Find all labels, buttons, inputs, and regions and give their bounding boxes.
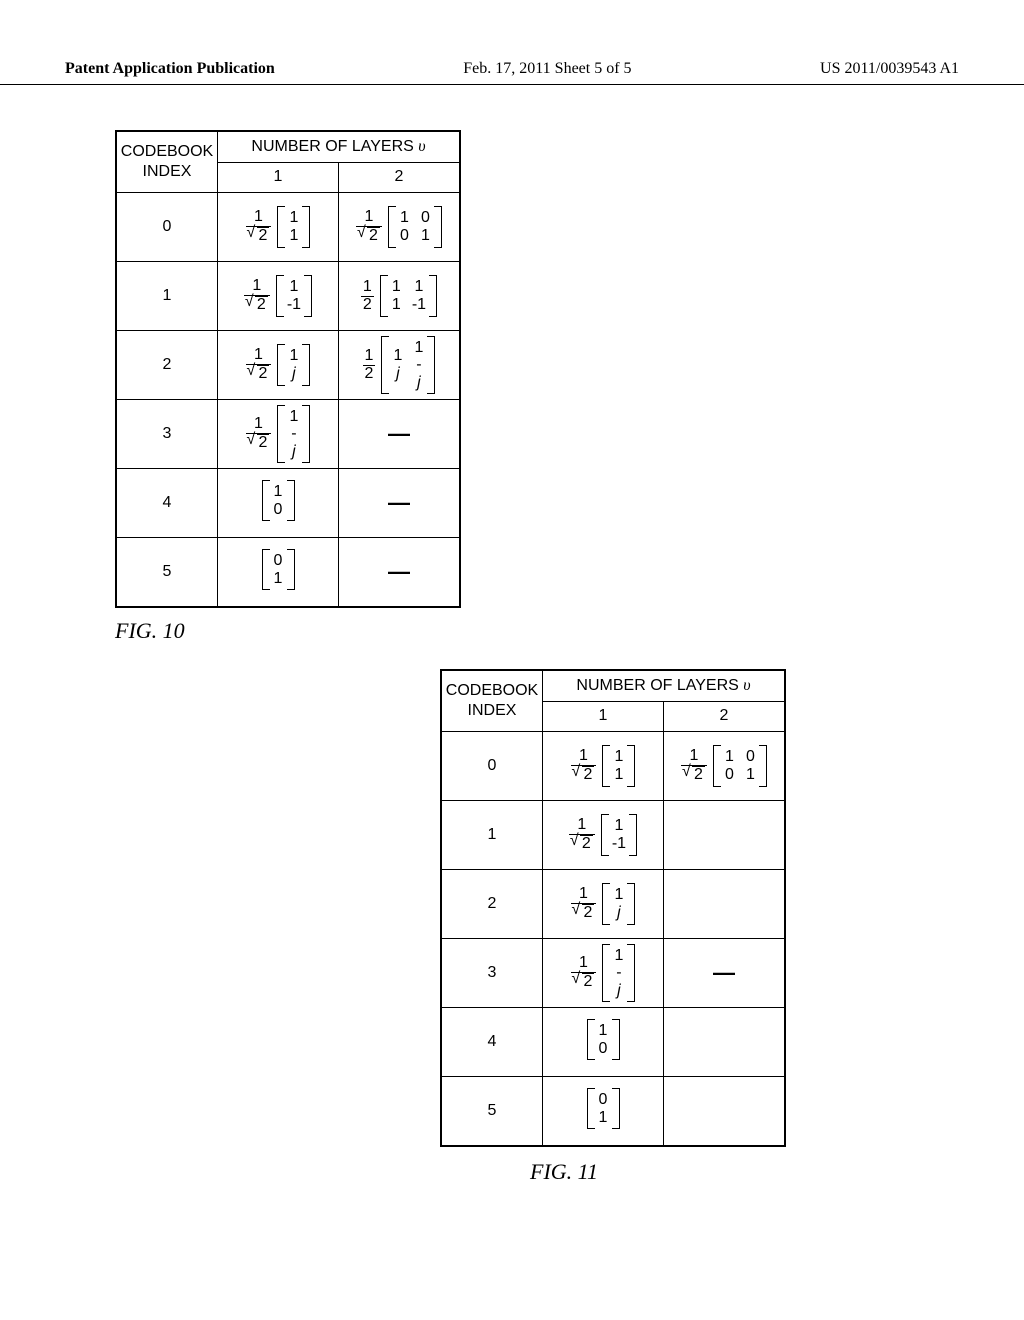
codebook-index-cell: 2: [441, 870, 543, 939]
fig11-table: CODEBOOKINDEXNUMBER OF LAYERS υ120121112…: [440, 669, 786, 1147]
table-row: 410—: [116, 469, 460, 538]
layer1-cell: 10: [543, 1008, 664, 1077]
layer1-cell: 121-j: [218, 400, 339, 469]
fig10-table: CODEBOOKINDEXNUMBER OF LAYERS υ120121112…: [115, 130, 461, 608]
layer2-cell: —: [339, 538, 461, 608]
table-row: 2121j: [441, 870, 785, 939]
layer2-cell: [664, 1008, 786, 1077]
codebook-index-cell: 2: [116, 331, 218, 400]
codebook-index-cell: 1: [441, 801, 543, 870]
table-row: 1121-1: [441, 801, 785, 870]
layer1-cell: 01: [218, 538, 339, 608]
table-row: 3121-j—: [116, 400, 460, 469]
header-left: Patent Application Publication: [65, 60, 275, 78]
table-row: 01211121001: [441, 732, 785, 801]
header-num-layers: NUMBER OF LAYERS υ: [543, 670, 786, 701]
codebook-index-cell: 5: [441, 1077, 543, 1147]
layer1-cell: 121-j: [543, 939, 664, 1008]
layer2-cell: 121001: [339, 193, 461, 262]
layer2-cell: 121j1-j: [339, 331, 461, 400]
header-right: US 2011/0039543 A1: [820, 60, 959, 78]
layer2-cell: —: [339, 400, 461, 469]
codebook-index-cell: 4: [441, 1008, 543, 1077]
figure-10: CODEBOOKINDEXNUMBER OF LAYERS υ120121112…: [0, 130, 1024, 608]
header-layer-2: 2: [664, 701, 786, 732]
layer1-cell: 121-1: [218, 262, 339, 331]
layer2-cell: 121001: [664, 732, 786, 801]
layer1-cell: 1211: [218, 193, 339, 262]
codebook-index-cell: 3: [441, 939, 543, 1008]
table-row: 410: [441, 1008, 785, 1077]
layer2-cell: —: [339, 469, 461, 538]
table-row: 01211121001: [116, 193, 460, 262]
layer2-cell: 12111-1: [339, 262, 461, 331]
header-layer-1: 1: [218, 162, 339, 193]
codebook-index-cell: 5: [116, 538, 218, 608]
layer1-cell: 121j: [543, 870, 664, 939]
table-row: 501—: [116, 538, 460, 608]
page-header: Patent Application Publication Feb. 17, …: [0, 0, 1024, 85]
layer1-cell: 10: [218, 469, 339, 538]
table-row: 1121-112111-1: [116, 262, 460, 331]
layer2-cell: [664, 1077, 786, 1147]
layer2-cell: [664, 801, 786, 870]
header-center: Feb. 17, 2011 Sheet 5 of 5: [463, 60, 631, 78]
layer1-cell: 121j: [218, 331, 339, 400]
codebook-index-cell: 3: [116, 400, 218, 469]
table-row: 3121-j—: [441, 939, 785, 1008]
layer1-cell: 121-1: [543, 801, 664, 870]
header-codebook-index: CODEBOOKINDEX: [441, 670, 543, 732]
codebook-index-cell: 4: [116, 469, 218, 538]
fig11-caption: FIG. 11: [0, 1159, 1024, 1185]
codebook-index-cell: 0: [441, 732, 543, 801]
fig10-caption: FIG. 10: [0, 618, 1024, 644]
header-codebook-index: CODEBOOKINDEX: [116, 131, 218, 193]
figure-11: CODEBOOKINDEXNUMBER OF LAYERS υ120121112…: [0, 669, 1024, 1147]
header-num-layers: NUMBER OF LAYERS υ: [218, 131, 461, 162]
layer2-cell: —: [664, 939, 786, 1008]
header-layer-1: 1: [543, 701, 664, 732]
table-row: 2121j121j1-j: [116, 331, 460, 400]
layer1-cell: 01: [543, 1077, 664, 1147]
table-row: 501: [441, 1077, 785, 1147]
codebook-index-cell: 1: [116, 262, 218, 331]
layer1-cell: 1211: [543, 732, 664, 801]
header-layer-2: 2: [339, 162, 461, 193]
layer2-cell: [664, 870, 786, 939]
codebook-index-cell: 0: [116, 193, 218, 262]
